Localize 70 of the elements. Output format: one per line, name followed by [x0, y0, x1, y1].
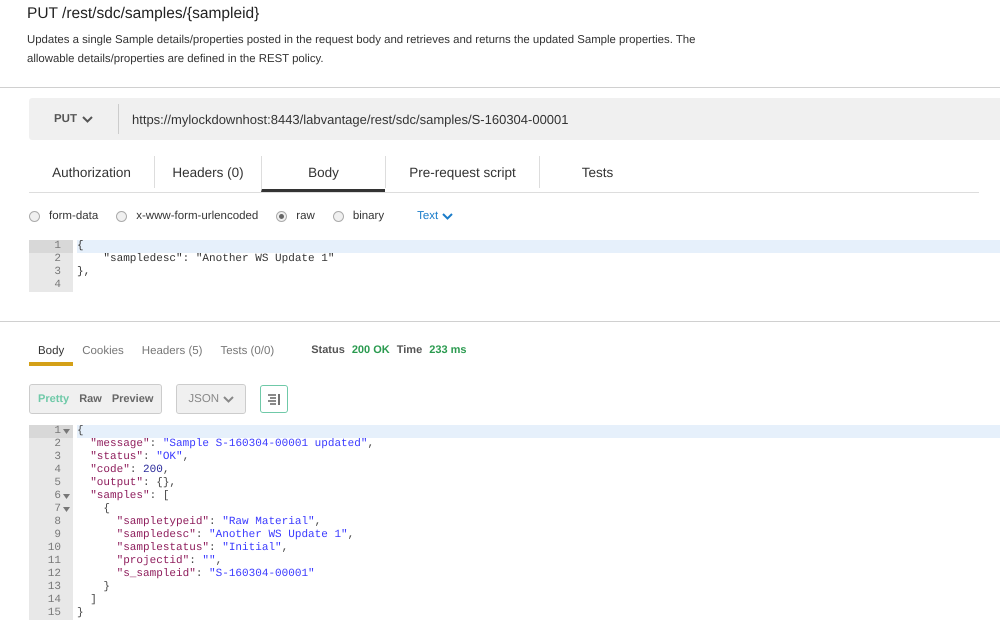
fold-caret-icon[interactable]	[62, 507, 70, 512]
code-line: "samples": [	[89, 490, 170, 503]
code-line: "s_sampleid": "S-160304-00001"	[116, 568, 315, 581]
line-number: 6	[54, 490, 61, 503]
wrap-lines-button[interactable]	[260, 385, 288, 413]
response-tab[interactable]: Body	[29, 340, 74, 366]
code-line: "sampledesc": "Another WS Update 1"	[102, 253, 334, 266]
code-line: "status": "OK",	[89, 451, 190, 464]
fold-caret-icon[interactable]	[62, 429, 70, 434]
line-number: 12	[48, 568, 61, 581]
line-number: 2	[54, 253, 61, 266]
code-line: }	[77, 607, 84, 620]
request-body-editor[interactable]: 1 2 3 4 { "sampledesc": "Another WS Update 1" },	[29, 240, 1000, 292]
status-value: 200 OK	[352, 344, 390, 356]
line-number: 10	[48, 542, 61, 555]
line-number: 3	[54, 451, 61, 464]
line-number: 4	[54, 279, 61, 292]
status-label: Status	[311, 344, 345, 356]
caret-icon	[82, 116, 93, 122]
line-number: 3	[54, 266, 61, 279]
fold-caret-icon[interactable]	[62, 494, 70, 499]
code-line: }	[102, 581, 110, 594]
response-tab[interactable]: Cookies	[73, 340, 133, 366]
request-tab[interactable]: Authorization	[29, 156, 154, 188]
body-type-radio[interactable]: x-www-form-urlencoded	[116, 210, 258, 222]
code-line: "output": {},	[89, 477, 176, 490]
code-line: "samplestatus": "Initial",	[116, 542, 288, 555]
response-tab[interactable]: Tests (0/0)	[212, 340, 284, 366]
time-label: Time	[396, 344, 422, 356]
line-number: 9	[54, 529, 61, 542]
line-number: 8	[54, 516, 61, 529]
body-type-radio[interactable]: raw	[276, 210, 315, 222]
line-number: 2	[54, 438, 61, 451]
line-number: 1	[54, 425, 61, 438]
code-line: {	[77, 240, 84, 253]
code-line: "sampletypeid": "Raw Material",	[116, 516, 322, 529]
request-tab[interactable]: Pre-request script	[385, 156, 539, 188]
view-mode-button[interactable]: Preview	[108, 393, 158, 405]
view-mode-button[interactable]: Raw	[75, 393, 106, 405]
line-number: 7	[54, 503, 61, 516]
wrap-lines-icon	[267, 392, 282, 406]
code-line: "sampledesc": "Another WS Update 1",	[116, 529, 354, 542]
code-line: "code": 200,	[89, 464, 170, 477]
line-number: 13	[48, 581, 61, 594]
caret-icon	[223, 396, 234, 402]
request-tab[interactable]: Headers (0)	[154, 156, 261, 188]
code-line: "projectid": "",	[116, 555, 222, 568]
format-dropdown[interactable]: Text	[417, 210, 454, 222]
line-number: 1	[54, 240, 61, 253]
caret-icon	[442, 212, 454, 220]
code-line: ]	[89, 594, 97, 607]
time-value: 233 ms	[429, 344, 467, 356]
body-type-radio[interactable]: form-data	[29, 210, 98, 222]
line-number: 11	[48, 555, 61, 568]
code-line: {	[102, 503, 110, 516]
response-tab[interactable]: Headers (5)	[132, 340, 212, 366]
method-dropdown[interactable]: PUT	[29, 104, 119, 134]
request-tab[interactable]: Tests	[539, 156, 655, 188]
code-line: "message": "Sample S-160304-00001 updated",	[89, 438, 374, 451]
code-line: },	[77, 266, 90, 279]
code-line: {	[77, 425, 84, 438]
line-number: 4	[54, 464, 61, 477]
line-number: 15	[48, 607, 61, 620]
line-number: 5	[54, 477, 61, 490]
url-field[interactable]: https://mylockdownhost:8443/labvantage/rest/sdc/samples/S-160304-00001	[119, 112, 568, 126]
endpoint-description: Updates a single Sample details/properties posted in the request body and retrieves and returns the updated Sample properties. The allowable details/properties are defined in the REST policy.	[27, 33, 696, 67]
body-type-radio[interactable]: binary	[332, 210, 384, 222]
endpoint-title: PUT /rest/sdc/samples/{sampleid}	[27, 5, 260, 23]
line-number: 14	[48, 594, 61, 607]
request-tab[interactable]: Body	[261, 156, 385, 192]
